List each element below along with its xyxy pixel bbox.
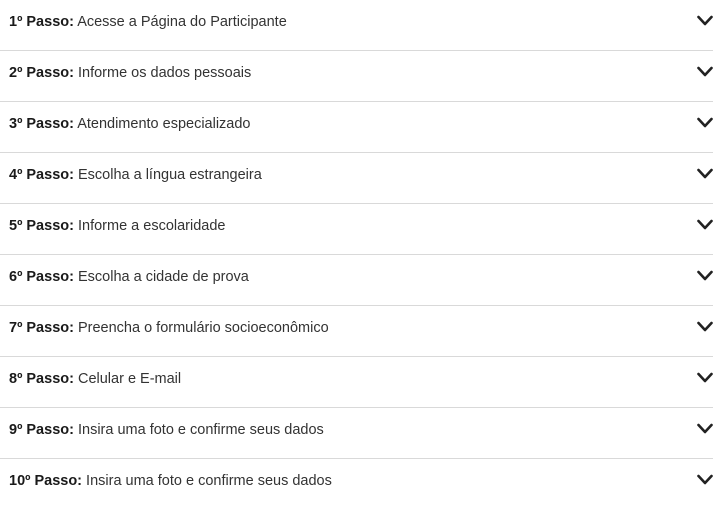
accordion-item-title: 2º Passo: Informe os dados pessoais xyxy=(9,51,251,102)
step-description: Informe a escolaridade xyxy=(77,218,226,234)
accordion-item-title: 5º Passo: Informe a escolaridade xyxy=(9,204,225,255)
step-label: 9º Passo: xyxy=(9,422,74,438)
accordion-item-step-7[interactable]: 7º Passo: Preencha o formulário socioeco… xyxy=(0,306,713,357)
steps-accordion: 1º Passo: Acesse a Página do Participant… xyxy=(0,0,713,510)
chevron-down-icon[interactable] xyxy=(697,371,713,385)
step-description: Escolha a língua estrangeira xyxy=(77,167,262,183)
step-description: Preencha o formulário socioeconômico xyxy=(77,320,329,336)
accordion-item-step-3[interactable]: 3º Passo: Atendimento especializado xyxy=(0,102,713,153)
accordion-item-step-8[interactable]: 8º Passo: Celular e E-mail xyxy=(0,357,713,408)
accordion-item-title: 10º Passo: Insira uma foto e confirme se… xyxy=(9,459,332,510)
chevron-down-icon[interactable] xyxy=(697,269,713,283)
step-label: 1º Passo: xyxy=(9,14,74,30)
step-description: Atendimento especializado xyxy=(77,116,251,132)
accordion-item-title: 6º Passo: Escolha a cidade de prova xyxy=(9,255,249,306)
accordion-item-title: 7º Passo: Preencha o formulário socioeco… xyxy=(9,306,329,357)
accordion-item-step-9[interactable]: 9º Passo: Insira uma foto e confirme seu… xyxy=(0,408,713,459)
accordion-item-step-6[interactable]: 6º Passo: Escolha a cidade de prova xyxy=(0,255,713,306)
step-label: 3º Passo: xyxy=(9,116,74,132)
chevron-down-icon[interactable] xyxy=(697,167,713,181)
step-label: 4º Passo: xyxy=(9,167,74,183)
step-description: Acesse a Página do Participante xyxy=(77,14,287,30)
step-label: 2º Passo: xyxy=(9,65,74,81)
step-label: 5º Passo: xyxy=(9,218,74,234)
accordion-item-step-10[interactable]: 10º Passo: Insira uma foto e confirme se… xyxy=(0,459,713,510)
step-description: Insira uma foto e confirme seus dados xyxy=(86,473,332,489)
accordion-item-step-5[interactable]: 5º Passo: Informe a escolaridade xyxy=(0,204,713,255)
step-description: Informe os dados pessoais xyxy=(77,65,252,81)
chevron-down-icon[interactable] xyxy=(697,116,713,130)
chevron-down-icon[interactable] xyxy=(697,14,713,28)
chevron-down-icon[interactable] xyxy=(697,65,713,79)
chevron-down-icon[interactable] xyxy=(697,473,713,487)
chevron-down-icon[interactable] xyxy=(697,422,713,436)
step-description: Escolha a cidade de prova xyxy=(77,269,249,285)
chevron-down-icon[interactable] xyxy=(697,218,713,232)
accordion-item-title: 3º Passo: Atendimento especializado xyxy=(9,102,251,153)
step-label: 6º Passo: xyxy=(9,269,74,285)
step-label: 8º Passo: xyxy=(9,371,74,387)
accordion-item-title: 1º Passo: Acesse a Página do Participant… xyxy=(9,0,287,51)
accordion-item-step-4[interactable]: 4º Passo: Escolha a língua estrangeira xyxy=(0,153,713,204)
accordion-item-title: 8º Passo: Celular e E-mail xyxy=(9,357,181,408)
accordion-item-step-1[interactable]: 1º Passo: Acesse a Página do Participant… xyxy=(0,0,713,51)
accordion-item-title: 9º Passo: Insira uma foto e confirme seu… xyxy=(9,408,324,459)
step-label: 7º Passo: xyxy=(9,320,74,336)
step-description: Insira uma foto e confirme seus dados xyxy=(77,422,324,438)
step-label: 10º Passo: xyxy=(9,473,83,489)
chevron-down-icon[interactable] xyxy=(697,320,713,334)
accordion-item-step-2[interactable]: 2º Passo: Informe os dados pessoais xyxy=(0,51,713,102)
accordion-item-title: 4º Passo: Escolha a língua estrangeira xyxy=(9,153,262,204)
step-description: Celular e E-mail xyxy=(77,371,182,387)
